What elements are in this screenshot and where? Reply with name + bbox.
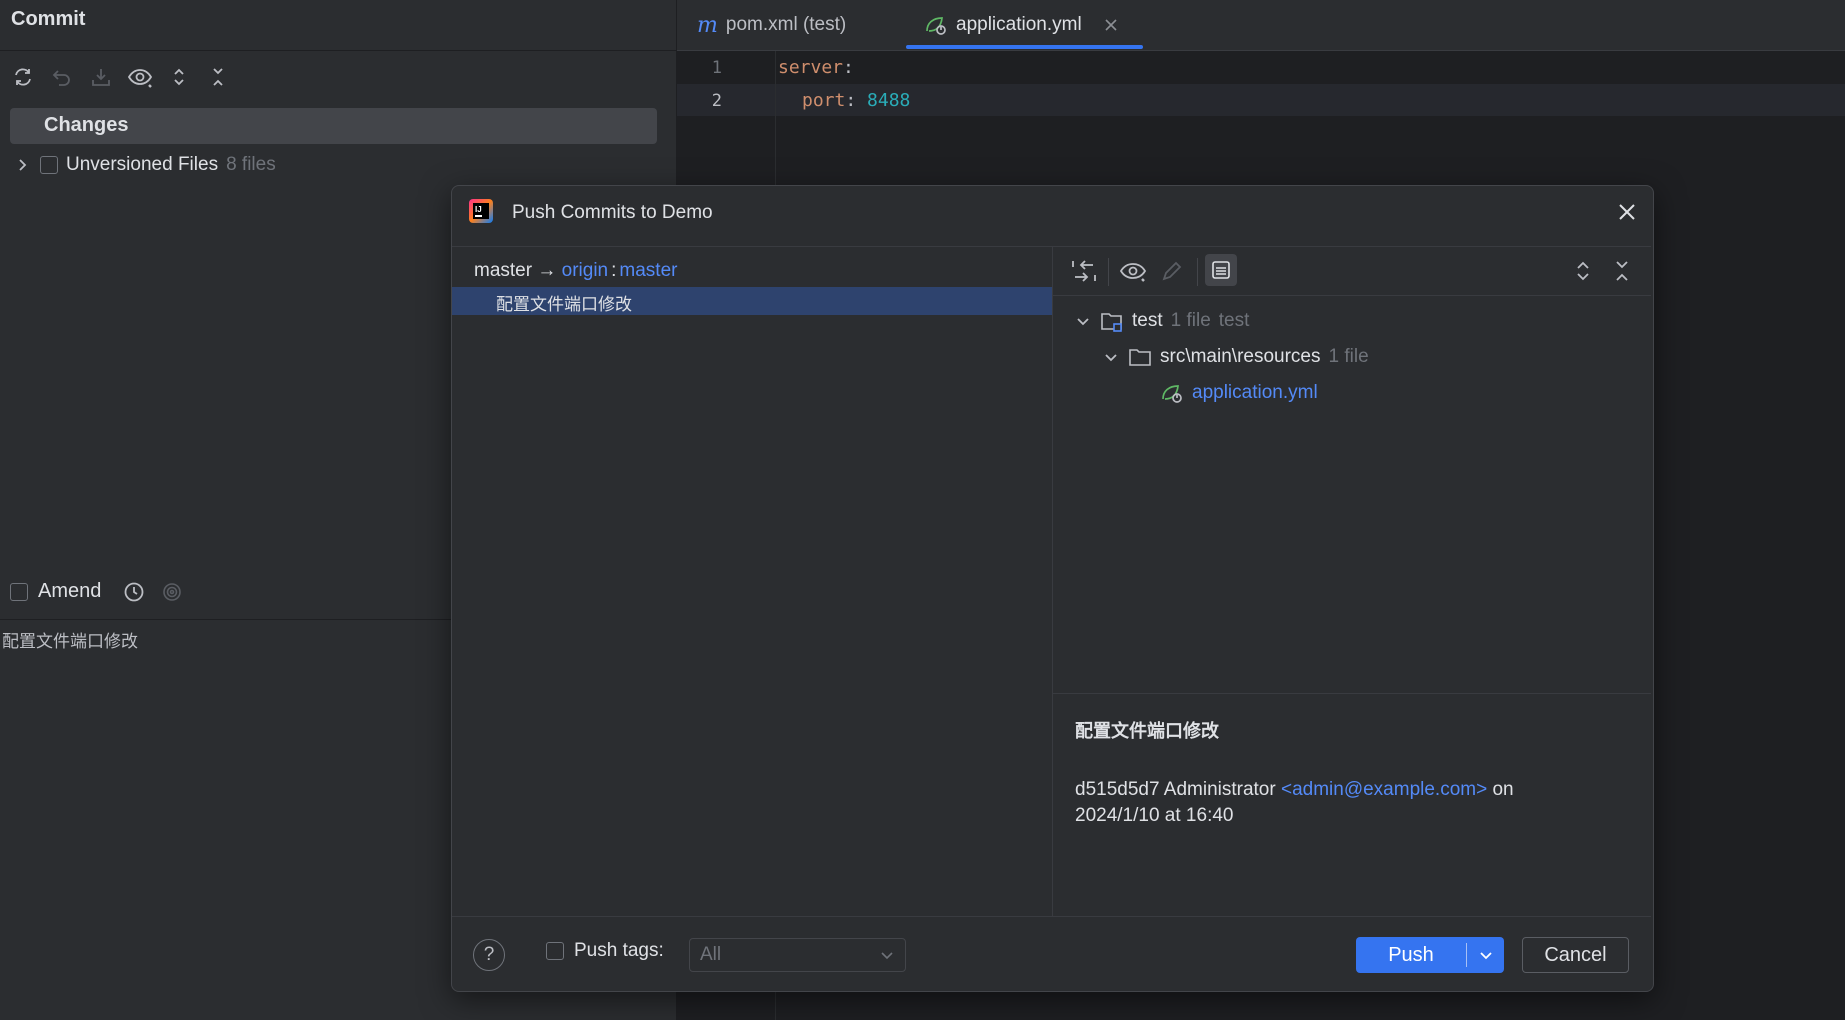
changes-label: Changes [44,114,129,136]
chevron-right-icon[interactable] [12,155,32,175]
push-button[interactable]: Push [1356,937,1504,973]
diff-arrows-icon[interactable] [1071,259,1097,283]
file-name: application.yml [1192,382,1318,403]
amend-row: Amend [10,580,183,603]
file-count: 1 file [1328,346,1369,367]
show-details-toggle-icon[interactable] [1205,254,1237,286]
dialog-title: Push Commits to Demo [512,202,713,223]
tab-label: application.yml [956,14,1082,35]
collapse-all-icon[interactable] [205,64,231,90]
line-number: 2 [711,91,722,111]
unversioned-count: 8 files [226,154,276,175]
spring-leaf-icon [924,14,948,36]
chevron-down-icon[interactable] [1074,312,1092,330]
module-name: test [1218,310,1250,331]
line-number: 1 [711,58,722,78]
author: Administrator [1163,779,1276,800]
cancel-button[interactable]: Cancel [1522,937,1629,973]
arrow: → [537,260,557,281]
unversioned-label: Unversioned Files [66,154,219,175]
rollback-icon[interactable] [49,64,75,90]
expand-all-icon[interactable] [166,64,192,90]
eye-icon[interactable] [127,64,153,90]
commits-pane [452,246,1052,917]
tree-node-resources[interactable]: src\main\resources 1 file [1102,342,1369,372]
author-email-link[interactable]: <admin@example.com> [1281,779,1487,800]
history-icon[interactable] [123,581,145,603]
amend-checkbox[interactable] [10,582,28,601]
tab-pom-xml[interactable]: m pom.xml (test) [697,0,846,50]
yaml-key: port [802,90,846,111]
divider [0,50,676,51]
refresh-icon[interactable] [10,64,36,90]
toolbar-separator [1108,258,1109,286]
close-tab-icon[interactable] [1104,18,1118,32]
on-text: on [1492,779,1514,800]
chevron-down-icon [879,947,895,963]
commit-subject: 配置文件端口修改 [496,295,632,315]
push-tags-checkbox[interactable] [546,942,564,960]
editor-tabbar [677,0,1845,51]
amend-label[interactable]: Amend [38,580,101,603]
yaml-colon: : [845,90,857,111]
file-count: 1 file [1170,310,1211,331]
commit-hash[interactable]: d515d5d7 [1075,779,1160,800]
detail-subject: 配置文件端口修改 [1075,721,1219,742]
close-icon[interactable] [1616,201,1638,223]
intellij-logo-icon: IJ [468,198,494,224]
tree-node-label: test [1132,310,1163,331]
yaml-value: 8488 [867,90,911,111]
commit-panel-title: Commit [11,8,86,30]
shelve-icon[interactable] [88,64,114,90]
unversioned-checkbox[interactable] [40,156,58,174]
push-options-chevron-icon[interactable] [1467,947,1504,963]
help-button[interactable]: ? [473,939,505,971]
push-tags-label[interactable]: Push tags: [574,940,664,962]
branch-mapping[interactable]: master → origin: master [474,260,677,282]
divider [1053,693,1651,694]
module-folder-icon [1100,310,1124,332]
remote-branch-link[interactable]: master [619,260,677,281]
pane-divider[interactable] [1052,246,1053,916]
maven-m-icon: m [697,12,718,38]
tab-label: pom.xml (test) [725,14,847,35]
unversioned-files-node[interactable]: Unversioned Files 8 files [12,150,276,180]
tab-application-yml[interactable]: application.yml [924,0,1118,50]
collapse-all-icon[interactable] [1611,259,1633,283]
divider [1053,295,1651,296]
yaml-colon: : [843,57,854,78]
toolbar-separator [1197,258,1198,286]
tree-node-application-yml[interactable]: application.yml [1160,378,1318,408]
tags-dropdown-value: All [700,944,722,965]
tree-node-test[interactable]: test 1 file test [1074,306,1249,336]
spring-leaf-icon [1160,382,1184,404]
folder-icon [1128,346,1152,368]
commit-message-input[interactable]: 配置文件端口修改 [2,627,138,652]
ai-spiral-icon[interactable] [161,581,183,603]
remote-name-link[interactable]: origin [562,260,608,281]
colon: : [611,260,617,281]
svg-text:IJ: IJ [475,205,482,214]
commit-details: d515d5d7 Administrator <admin@example.co… [1075,777,1615,829]
push-button-label[interactable]: Push [1356,944,1466,967]
tags-dropdown[interactable]: All [689,938,906,972]
local-branch: master [474,260,533,281]
code-line-2[interactable]: port: 8488 [802,90,910,111]
divider [452,916,1651,917]
yaml-key: server [778,57,844,78]
chevron-down-icon[interactable] [1102,348,1120,366]
tree-node-label: src\main\resources [1160,346,1321,367]
push-tags-row: Push tags: [546,940,664,962]
active-tab-indicator [906,45,1143,49]
commit-date: 2024/1/10 at 16:40 [1075,805,1234,826]
code-line-1[interactable]: server: [778,57,854,78]
eye-icon[interactable] [1119,259,1147,283]
expand-all-icon[interactable] [1572,259,1594,283]
edit-pencil-icon[interactable] [1160,259,1184,283]
